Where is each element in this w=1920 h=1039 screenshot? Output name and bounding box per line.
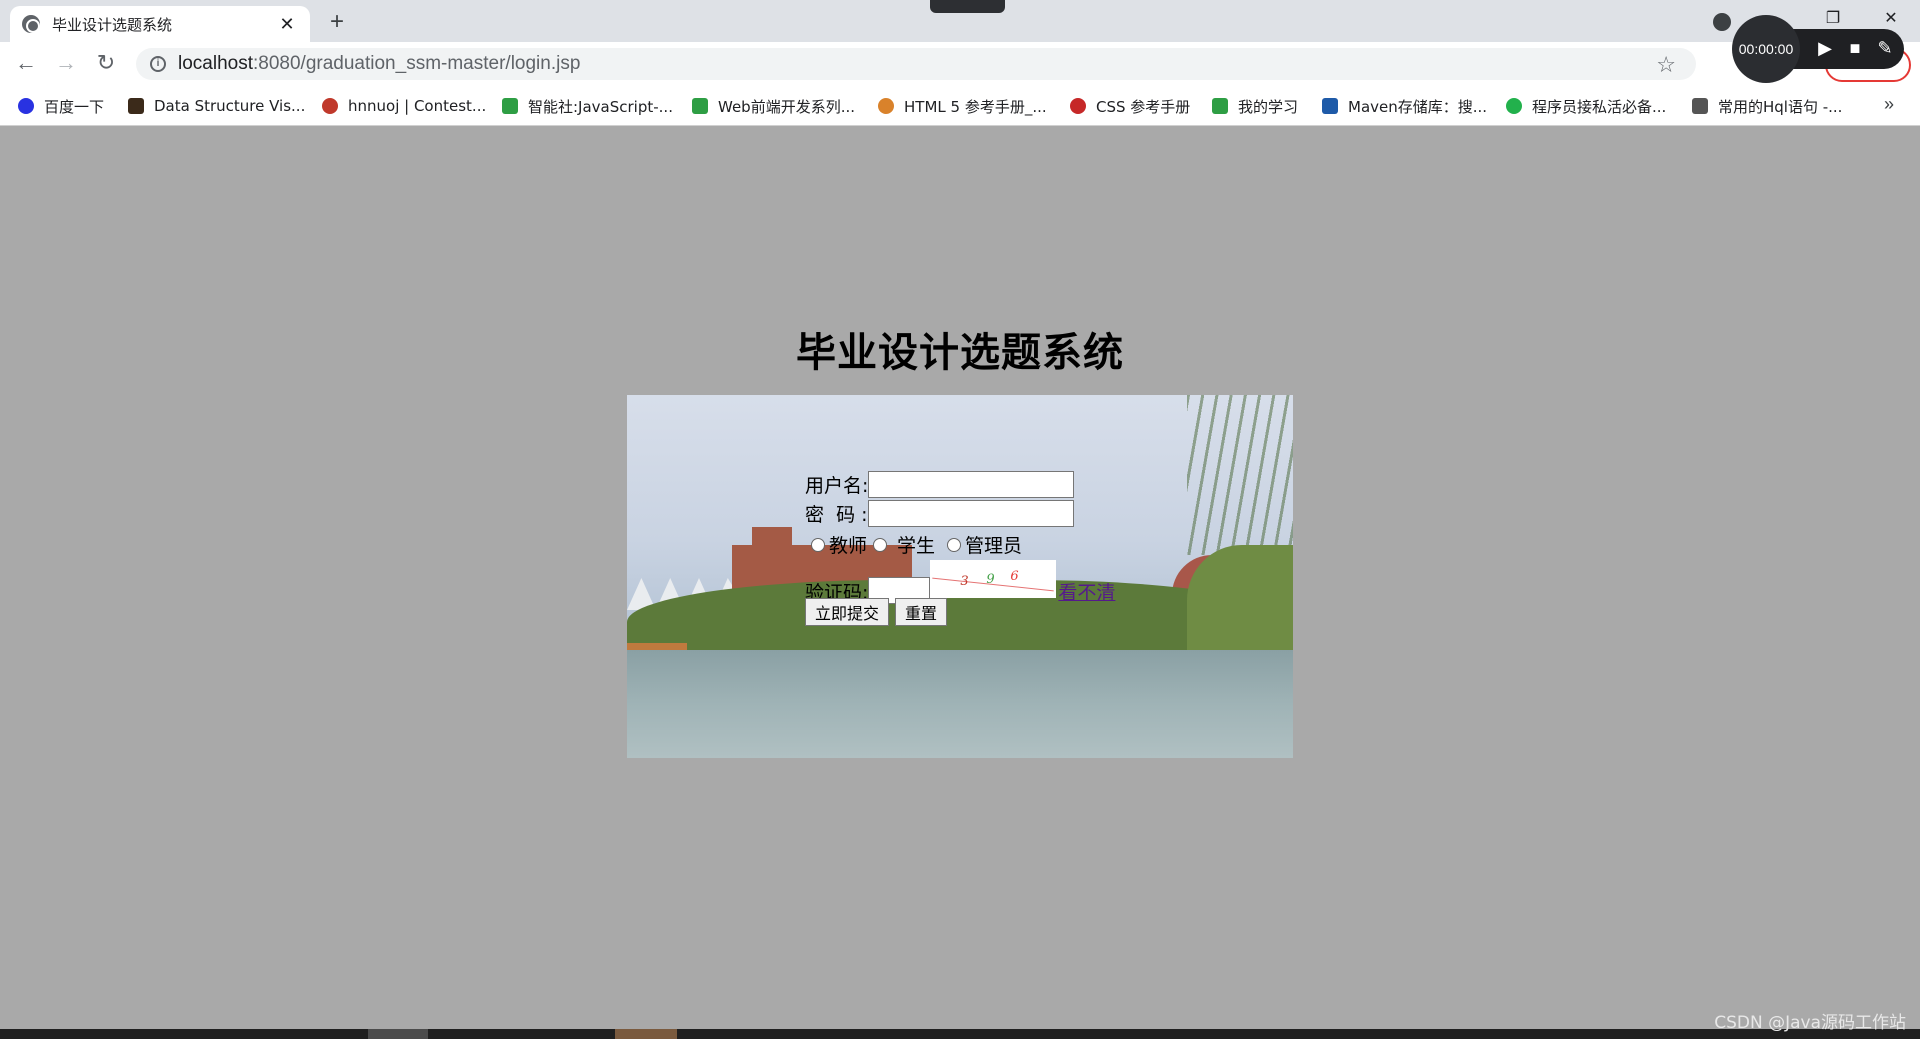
tree-cluster	[1187, 545, 1293, 655]
bookmark-item[interactable]: Data Structure Vis...	[128, 96, 305, 116]
bookmark-favicon	[1212, 98, 1228, 114]
reset-button[interactable]: 重置	[895, 598, 948, 626]
tab-search-icon[interactable]	[1713, 13, 1731, 31]
pen-icon[interactable]: ✎	[1874, 37, 1896, 59]
bookmark-item[interactable]: 常用的Hql语句 -...	[1692, 96, 1842, 116]
tab-title: 毕业设计选题系统	[52, 15, 173, 34]
login-panel: 用户名: 密 码 : 教师 学生 管理员 验证码: 3 9 6 看不清 立即提交…	[627, 395, 1293, 758]
bookmark-favicon	[1322, 98, 1338, 114]
username-input[interactable]	[868, 471, 1075, 498]
username-label: 用户名:	[805, 475, 869, 497]
bookmark-star-icon[interactable]: ☆	[1656, 52, 1676, 78]
camera-notch	[930, 0, 1005, 13]
browser-toolbar: ← → ↻ i localhost:8080/graduation_ssm-ma…	[0, 42, 1920, 84]
site-info-icon[interactable]: i	[150, 56, 166, 72]
lake-water	[627, 650, 1293, 758]
reload-icon[interactable]: ↻	[92, 50, 120, 78]
bookmark-item[interactable]: 程序员接私活必备...	[1506, 96, 1666, 116]
refresh-captcha-link[interactable]: 看不清	[1058, 578, 1115, 605]
url-host: localhost	[178, 53, 253, 74]
bookmark-favicon	[692, 98, 708, 114]
bookmark-item[interactable]: hnnuoj | Contest...	[322, 96, 486, 116]
bookmark-item[interactable]: CSS 参考手册	[1070, 96, 1190, 116]
submit-button[interactable]: 立即提交	[805, 598, 890, 626]
taskbar-app[interactable]	[368, 1029, 428, 1039]
willow-branches	[1187, 395, 1293, 555]
more-bookmarks-icon[interactable]: »	[1884, 94, 1894, 115]
student-radio[interactable]	[873, 537, 888, 552]
captcha-char: 6	[1010, 568, 1019, 584]
baidu-paw-icon	[18, 98, 34, 114]
bookmark-favicon	[878, 98, 894, 114]
bookmark-favicon	[502, 98, 518, 114]
bookmark-favicon	[322, 98, 338, 114]
password-input[interactable]	[867, 500, 1074, 527]
bookmark-favicon	[1692, 98, 1708, 114]
new-tab-button[interactable]: +	[322, 8, 352, 38]
active-tab[interactable]: 毕业设计选题系统 ✕	[10, 6, 310, 42]
close-tab-icon[interactable]: ✕	[276, 14, 298, 35]
bookmark-item[interactable]: HTML 5 参考手册_...	[878, 96, 1047, 116]
bookmark-favicon	[128, 98, 144, 114]
tab-strip: 毕业设计选题系统 ✕ + ❐ ✕	[0, 0, 1920, 42]
captcha-image[interactable]: 3 9 6	[930, 559, 1057, 598]
address-bar[interactable]: i localhost:8080/graduation_ssm-master/l…	[136, 48, 1696, 80]
url-path: :8080/graduation_ssm-master/login.jsp	[253, 53, 581, 74]
bookmark-item[interactable]: 智能社:JavaScript-...	[502, 96, 673, 116]
screen-recorder-widget: 00:00:00 ▶ ■ ✎	[1732, 15, 1904, 83]
teacher-radio[interactable]	[811, 537, 825, 552]
forward-arrow-icon[interactable]: →	[52, 50, 80, 78]
recorder-timer: 00:00:00	[1732, 15, 1800, 83]
page-title: 毕业设计选题系统	[796, 330, 1124, 376]
taskbar-app[interactable]	[615, 1029, 677, 1039]
taskbar	[0, 1029, 1920, 1039]
back-arrow-icon[interactable]: ←	[12, 50, 40, 78]
globe-icon	[22, 15, 40, 33]
bookmark-item[interactable]: Web前端开发系列...	[692, 96, 855, 116]
watermark: CSDN @Java源码工作站	[1714, 1013, 1906, 1033]
captcha-char: 9	[986, 571, 995, 587]
password-label: 密 码 :	[805, 504, 868, 526]
stop-icon[interactable]: ■	[1844, 37, 1866, 59]
play-icon[interactable]: ▶	[1814, 37, 1836, 59]
admin-radio[interactable]	[947, 537, 962, 552]
bookmark-item[interactable]: 百度一下	[18, 96, 104, 116]
captcha-char: 3	[960, 573, 969, 589]
bookmark-favicon	[1070, 98, 1086, 114]
wechat-icon	[1506, 98, 1522, 114]
bookmark-item[interactable]: 我的学习	[1212, 96, 1298, 116]
bookmark-item[interactable]: Maven存储库：搜...	[1322, 96, 1487, 116]
bookmarks-bar: 百度一下 Data Structure Vis... hnnuoj | Cont…	[0, 84, 1920, 126]
